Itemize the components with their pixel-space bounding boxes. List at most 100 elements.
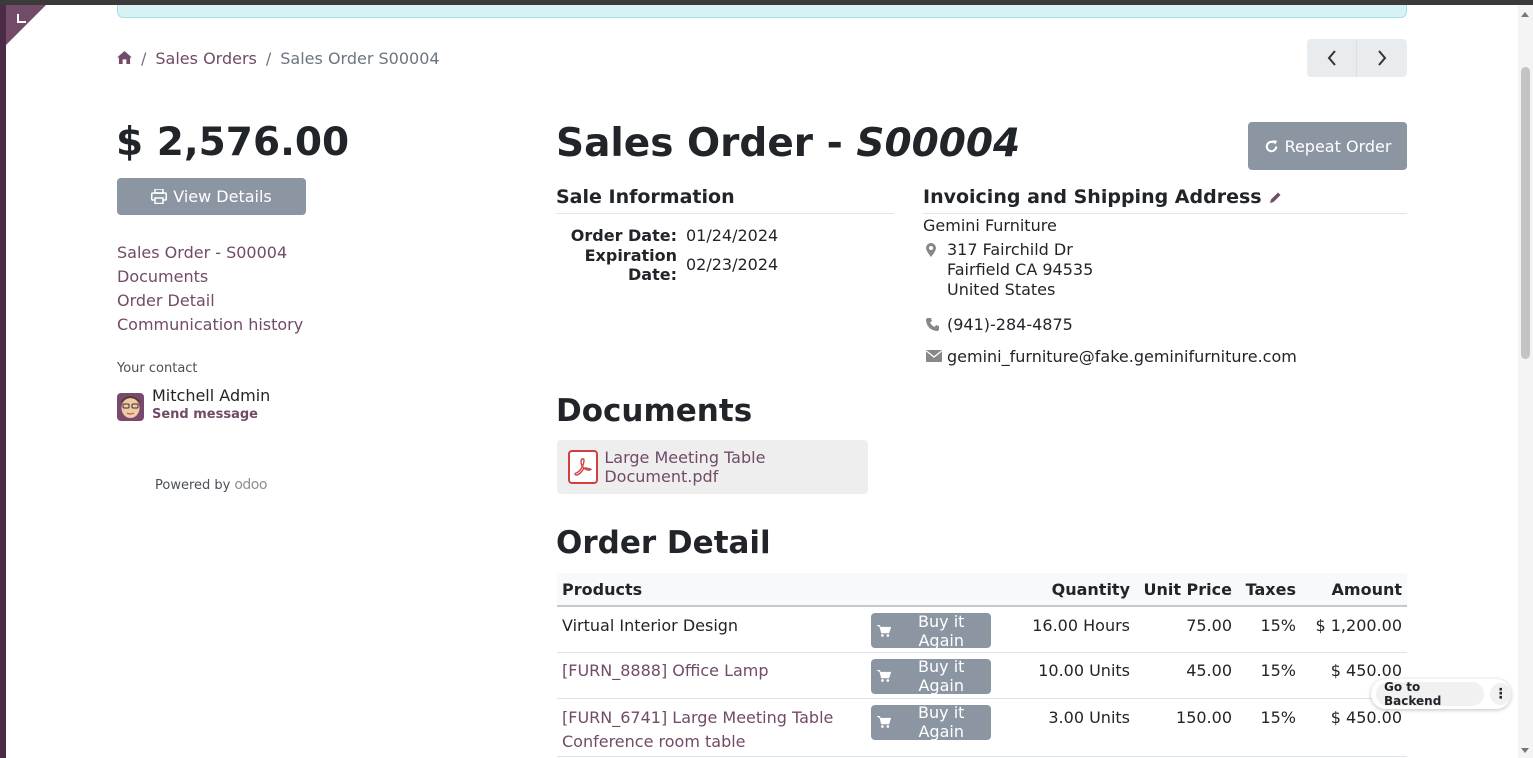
buy-again-button[interactable]: Buy it Again xyxy=(871,657,991,695)
edit-corner-icon[interactable] xyxy=(6,5,46,45)
column-spacer xyxy=(867,573,1017,607)
table-of-contents: Sales Order - S00004 Documents Order Det… xyxy=(117,241,303,337)
order-date-label: Order Date: xyxy=(570,226,677,245)
order-total: $ 2,576.00 xyxy=(116,120,350,165)
buy-again-label: Buy it Again xyxy=(918,611,965,650)
repeat-icon xyxy=(1265,139,1277,152)
column-unit-price: Unit Price xyxy=(1135,573,1237,607)
country: United States xyxy=(947,280,1056,299)
repeat-order-label: Repeat Order xyxy=(1284,136,1392,156)
sale-information: Order Date: 01/24/2024 Expiration Date: … xyxy=(556,221,779,284)
more-options-icon[interactable]: ⋮ xyxy=(1490,683,1511,705)
send-message-link[interactable]: Send message xyxy=(152,407,258,422)
pdf-icon xyxy=(568,450,599,484)
product-name: Virtual Interior Design xyxy=(557,606,867,653)
breadcrumb-current: Sales Order S00004 xyxy=(280,48,440,68)
email: gemini_furniture@fake.geminifurniture.co… xyxy=(947,347,1297,366)
view-details-button[interactable]: View Details xyxy=(117,178,306,215)
toc-item-order-detail[interactable]: Order Detail xyxy=(117,289,303,313)
toc-item-documents[interactable]: Documents xyxy=(117,265,303,289)
printer-icon xyxy=(151,189,168,204)
sale-information-heading: Sale Information xyxy=(556,186,894,214)
table-row: [FURN_8888] Office Lamp Buy it Again 10.… xyxy=(557,652,1407,699)
order-lines-table: Products Quantity Unit Price Taxes Amoun… xyxy=(557,573,1407,757)
cart-icon xyxy=(877,670,892,682)
previous-button[interactable] xyxy=(1307,39,1357,77)
envelope-icon xyxy=(923,347,947,367)
title-prefix: Sales Order - xyxy=(556,121,857,166)
expiration-date: 02/23/2024 xyxy=(686,255,779,274)
page-title: Sales Order - S00004 xyxy=(556,121,1020,166)
repeat-order-button[interactable]: Repeat Order xyxy=(1248,122,1407,170)
toc-item-communication-history[interactable]: Communication history xyxy=(117,313,303,337)
product-description[interactable]: Conference room table xyxy=(562,732,746,751)
toc-item-sales-order[interactable]: Sales Order - S00004 xyxy=(117,241,303,265)
odoo-logo[interactable]: odoo xyxy=(234,477,267,493)
chevron-right-icon xyxy=(1378,50,1387,66)
amount: $ 1,200.00 xyxy=(1301,606,1407,653)
taxes: 15% xyxy=(1237,606,1301,653)
order-detail-heading: Order Detail xyxy=(556,525,771,561)
buy-again-label: Buy it Again xyxy=(918,657,965,695)
documents-heading: Documents xyxy=(556,393,753,429)
document-link[interactable]: Large Meeting Table Document.pdf xyxy=(604,448,868,486)
pencil-icon[interactable] xyxy=(1269,191,1282,204)
table-row: [FURN_6741] Large Meeting Table Conferen… xyxy=(557,698,1407,757)
document-attachment[interactable]: Large Meeting Table Document.pdf xyxy=(557,440,868,494)
next-button[interactable] xyxy=(1357,39,1407,77)
buy-again-button[interactable]: Buy it Again xyxy=(871,611,991,650)
cart-icon xyxy=(877,624,892,637)
unit-price: 45.00 xyxy=(1135,652,1237,699)
taxes: 15% xyxy=(1237,698,1301,757)
taxes: 15% xyxy=(1237,652,1301,699)
quantity: 16.00 Hours xyxy=(1017,606,1135,653)
phone-icon xyxy=(923,315,947,335)
phone: (941)-284-4875 xyxy=(947,315,1073,334)
order-date: 01/24/2024 xyxy=(686,226,779,245)
scrollbar[interactable] xyxy=(1518,5,1533,758)
chevron-left-icon xyxy=(1327,50,1336,66)
breadcrumb-separator: / xyxy=(265,48,272,68)
buy-again-label: Buy it Again xyxy=(918,703,965,741)
powered-by: Powered by odoo xyxy=(155,477,267,493)
city: Fairfield CA 94535 xyxy=(947,260,1094,279)
column-products: Products xyxy=(557,573,867,607)
column-amount: Amount xyxy=(1301,573,1407,607)
product-link[interactable]: [FURN_6741] Large Meeting Table xyxy=(562,708,833,727)
avatar xyxy=(117,393,144,421)
breadcrumb-sales-orders[interactable]: Sales Orders xyxy=(155,49,256,68)
quantity: 3.00 Units xyxy=(1017,698,1135,757)
powered-by-label: Powered by xyxy=(155,477,231,493)
go-to-backend-button[interactable]: Go to Backend xyxy=(1376,680,1485,708)
street: 317 Fairchild Dr xyxy=(947,240,1073,259)
your-contact-label: Your contact xyxy=(117,361,198,376)
product-link[interactable]: [FURN_8888] Office Lamp xyxy=(562,661,769,680)
cart-icon xyxy=(877,716,892,728)
expiration-date-label: Expiration Date: xyxy=(584,245,677,284)
alert-banner xyxy=(117,5,1407,18)
unit-price: 75.00 xyxy=(1135,606,1237,653)
quantity: 10.00 Units xyxy=(1017,652,1135,699)
view-details-label: View Details xyxy=(173,187,272,206)
unit-price: 150.00 xyxy=(1135,698,1237,757)
address-block: Gemini Furniture 317 Fairchild Dr Fairfi… xyxy=(923,216,1297,367)
left-edge-strip xyxy=(0,5,6,758)
table-row: Virtual Interior Design Buy it Again 16.… xyxy=(557,606,1407,653)
contact-name: Mitchell Admin xyxy=(152,386,271,405)
company-name: Gemini Furniture xyxy=(923,216,1057,235)
backend-pill: Go to Backend ⋮ xyxy=(1371,679,1511,709)
home-icon[interactable] xyxy=(117,49,132,68)
scroll-thumb[interactable] xyxy=(1521,67,1530,359)
address-heading-label: Invoicing and Shipping Address xyxy=(923,186,1262,208)
record-pager xyxy=(1307,39,1407,77)
address-heading: Invoicing and Shipping Address xyxy=(923,186,1407,214)
scroll-up-icon[interactable] xyxy=(1521,12,1529,17)
buy-again-button[interactable]: Buy it Again xyxy=(871,703,991,741)
table-header-row: Products Quantity Unit Price Taxes Amoun… xyxy=(557,573,1407,607)
breadcrumb-separator: / xyxy=(141,48,147,68)
breadcrumb: / Sales Orders / Sales Order S00004 xyxy=(117,46,440,70)
scroll-down-icon[interactable] xyxy=(1521,748,1529,753)
column-quantity: Quantity xyxy=(1017,573,1135,607)
column-taxes: Taxes xyxy=(1237,573,1301,607)
map-marker-icon xyxy=(923,240,947,300)
